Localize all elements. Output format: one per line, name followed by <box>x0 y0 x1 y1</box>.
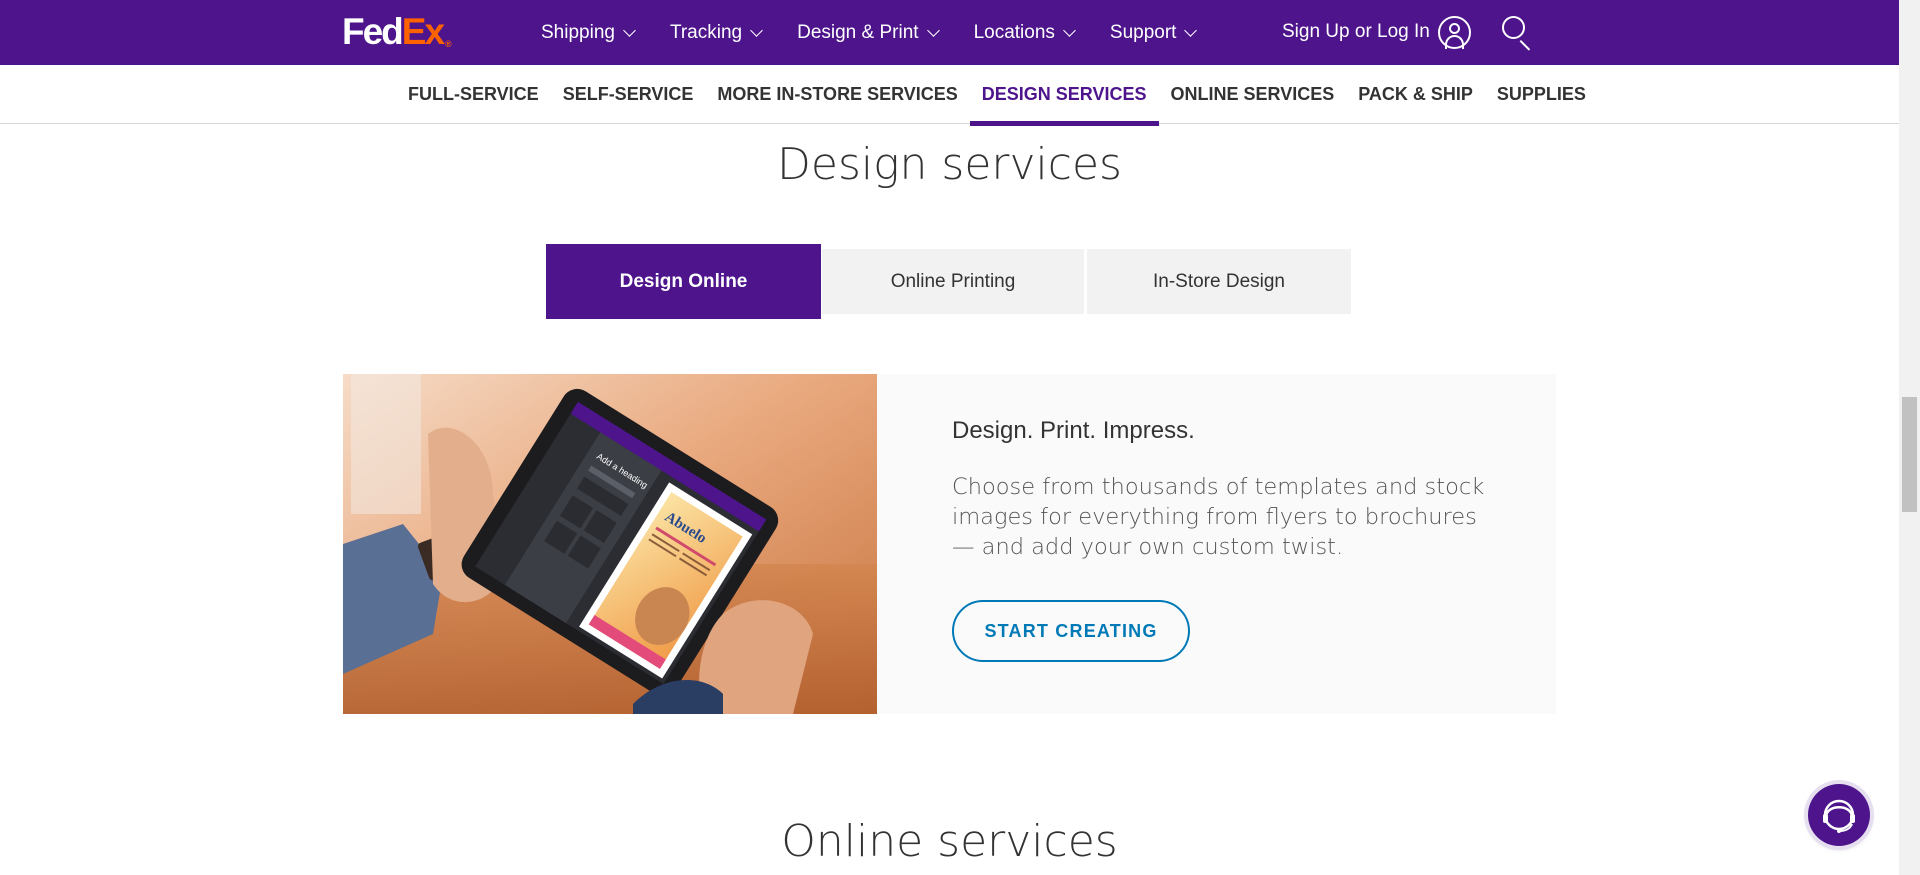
menu-locations[interactable]: Locations <box>973 21 1076 44</box>
menu-label: Design & Print <box>797 21 919 43</box>
menu-label: Support <box>1109 21 1177 43</box>
tablet-design-image: Add a heading Abuelo <box>343 374 877 714</box>
headset-chat-icon <box>1823 799 1855 833</box>
subnav-design-services[interactable]: DESIGN SERVICES <box>969 65 1159 126</box>
chevron-down-icon <box>750 23 763 37</box>
chat-support-button[interactable] <box>1808 784 1870 846</box>
subnav-self-service[interactable]: SELF-SERVICE <box>551 65 706 123</box>
main-menu: Shipping Tracking Design & Print Locatio… <box>541 0 1231 65</box>
login-label: Sign Up or Log In <box>1282 21 1430 42</box>
subnav-full-service[interactable]: FULL-SERVICE <box>408 65 551 123</box>
tab-in-store-design[interactable]: In-Store Design <box>1087 249 1351 314</box>
start-creating-button[interactable]: START CREATING <box>952 600 1190 662</box>
login-link[interactable]: Sign Up or Log In <box>1282 14 1471 50</box>
subnav-online-services[interactable]: ONLINE SERVICES <box>1159 65 1347 123</box>
menu-tracking[interactable]: Tracking <box>669 21 763 44</box>
chevron-down-icon <box>1184 23 1198 37</box>
subnav-supplies[interactable]: SUPPLIES <box>1485 65 1598 123</box>
search-icon[interactable] <box>1502 16 1534 51</box>
menu-label: Tracking <box>669 21 743 43</box>
tab-online-printing[interactable]: Online Printing <box>822 249 1084 314</box>
chevron-down-icon <box>926 23 940 37</box>
sub-nav: FULL-SERVICE SELF-SERVICE MORE IN-STORE … <box>0 65 1899 126</box>
card-description: Choose from thousands of templates and s… <box>952 474 1485 560</box>
menu-shipping[interactable]: Shipping <box>541 21 636 44</box>
menu-label: Shipping <box>541 21 615 43</box>
page-scrollbar[interactable] <box>1899 0 1920 875</box>
design-online-card: Add a heading Abuelo Design. Print. Impr… <box>343 374 1556 714</box>
subnav-more-in-store-services[interactable]: MORE IN-STORE SERVICES <box>705 65 969 123</box>
fedex-logo[interactable]: Fed Ex ® <box>342 11 452 52</box>
chevron-down-icon <box>1063 23 1076 37</box>
subnav-pack-ship[interactable]: PACK & SHIP <box>1346 65 1485 123</box>
tab-design-online[interactable]: Design Online <box>546 244 821 319</box>
card-heading: Design. Print. Impress. <box>952 417 1195 444</box>
logo-fed: Fed <box>342 11 404 52</box>
chevron-down-icon <box>623 23 636 37</box>
scrollbar-thumb[interactable] <box>1902 397 1917 512</box>
section-title-online-services: Online services <box>781 816 1118 867</box>
top-nav: Fed Ex ® Shipping Tracking Design & Print … <box>0 0 1899 65</box>
menu-support[interactable]: Support <box>1109 21 1198 44</box>
menu-label: Locations <box>973 21 1055 43</box>
menu-design-print[interactable]: Design & Print <box>797 21 940 44</box>
user-icon <box>1437 15 1471 49</box>
logo-registered-mark: ® <box>445 39 452 49</box>
section-title-design-services: Design services <box>777 139 1122 190</box>
logo-ex: Ex <box>401 11 445 52</box>
